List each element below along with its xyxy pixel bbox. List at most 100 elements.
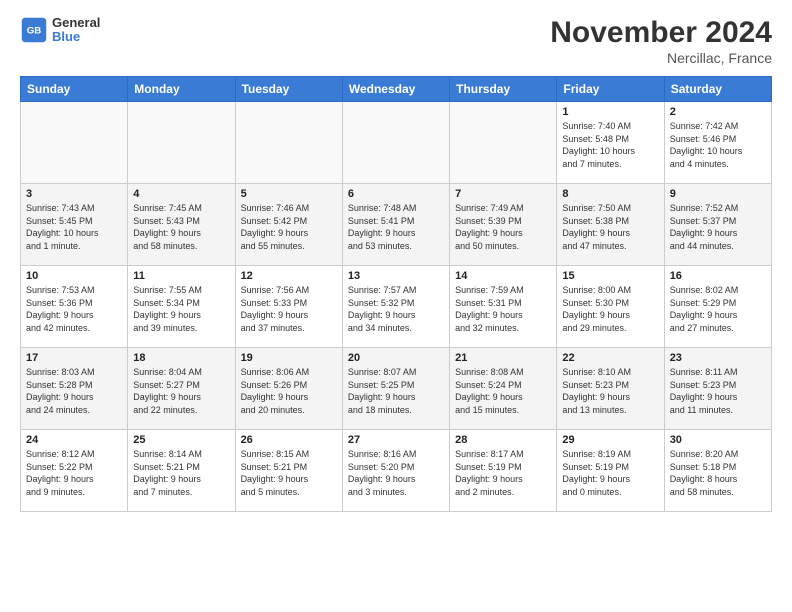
day-info: Sunrise: 7:40 AM Sunset: 5:48 PM Dayligh… xyxy=(562,120,658,170)
table-row: 12 Sunrise: 7:56 AM Sunset: 5:33 PM Dayli… xyxy=(235,266,342,348)
day-info: Sunrise: 8:16 AM Sunset: 5:20 PM Dayligh… xyxy=(348,448,444,498)
table-row xyxy=(342,102,449,184)
day-number: 28 xyxy=(455,434,551,446)
calendar-week-row: 24Sunrise: 8:12 AM Sunset: 5:22 PM Dayli… xyxy=(21,430,772,512)
table-row xyxy=(128,102,235,184)
day-number: 19 xyxy=(241,352,337,364)
day-info: Sunrise: 7:52 AM Sunset: 5:37 PM Dayligh… xyxy=(670,202,766,252)
page: GB General Blue November 2024 Nercillac,… xyxy=(0,0,792,522)
table-row: 5 Sunrise: 7:46 AM Sunset: 5:42 PM Daylig… xyxy=(235,184,342,266)
header: GB General Blue November 2024 Nercillac,… xyxy=(20,16,772,66)
calendar-week-row: 17Sunrise: 8:03 AM Sunset: 5:28 PM Dayli… xyxy=(21,348,772,430)
header-sunday: Sunday xyxy=(21,77,128,102)
day-info: Sunrise: 7:45 AM Sunset: 5:43 PM Dayligh… xyxy=(133,202,229,252)
day-number: 5 xyxy=(241,188,337,200)
table-row: 23Sunrise: 8:11 AM Sunset: 5:23 PM Dayli… xyxy=(664,348,771,430)
table-row: 27 Sunrise: 8:16 AM Sunset: 5:20 PM Dayli… xyxy=(342,430,449,512)
day-number: 9 xyxy=(670,188,766,200)
logo-icon: GB xyxy=(20,16,48,44)
day-info: Sunrise: 7:56 AM Sunset: 5:33 PM Dayligh… xyxy=(241,284,337,334)
table-row: 29Sunrise: 8:19 AM Sunset: 5:19 PM Dayli… xyxy=(557,430,664,512)
table-row: 15Sunrise: 8:00 AM Sunset: 5:30 PM Dayli… xyxy=(557,266,664,348)
day-info: Sunrise: 7:43 AM Sunset: 5:45 PM Dayligh… xyxy=(26,202,122,252)
day-number: 20 xyxy=(348,352,444,364)
day-number: 1 xyxy=(562,106,658,118)
day-info: Sunrise: 8:10 AM Sunset: 5:23 PM Dayligh… xyxy=(562,366,658,416)
day-number: 27 xyxy=(348,434,444,446)
table-row: 6Sunrise: 7:48 AM Sunset: 5:41 PM Daylig… xyxy=(342,184,449,266)
location: Nercillac, France xyxy=(550,50,772,66)
calendar-week-row: 3 Sunrise: 7:43 AM Sunset: 5:45 PM Daylig… xyxy=(21,184,772,266)
day-number: 30 xyxy=(670,434,766,446)
day-number: 8 xyxy=(562,188,658,200)
table-row: 3 Sunrise: 7:43 AM Sunset: 5:45 PM Daylig… xyxy=(21,184,128,266)
header-thursday: Thursday xyxy=(450,77,557,102)
calendar-table: Sunday Monday Tuesday Wednesday Thursday… xyxy=(20,76,772,512)
day-info: Sunrise: 8:20 AM Sunset: 5:18 PM Dayligh… xyxy=(670,448,766,498)
header-monday: Monday xyxy=(128,77,235,102)
table-row xyxy=(450,102,557,184)
day-info: Sunrise: 8:08 AM Sunset: 5:24 PM Dayligh… xyxy=(455,366,551,416)
month-title: November 2024 xyxy=(550,16,772,50)
header-friday: Friday xyxy=(557,77,664,102)
day-number: 24 xyxy=(26,434,122,446)
calendar-header-row: Sunday Monday Tuesday Wednesday Thursday… xyxy=(21,77,772,102)
header-wednesday: Wednesday xyxy=(342,77,449,102)
day-info: Sunrise: 7:46 AM Sunset: 5:42 PM Dayligh… xyxy=(241,202,337,252)
calendar-body: 1 Sunrise: 7:40 AM Sunset: 5:48 PM Daylig… xyxy=(21,102,772,512)
day-info: Sunrise: 7:55 AM Sunset: 5:34 PM Dayligh… xyxy=(133,284,229,334)
day-number: 14 xyxy=(455,270,551,282)
day-number: 2 xyxy=(670,106,766,118)
day-info: Sunrise: 7:49 AM Sunset: 5:39 PM Dayligh… xyxy=(455,202,551,252)
table-row: 16 Sunrise: 8:02 AM Sunset: 5:29 PM Dayli… xyxy=(664,266,771,348)
day-number: 25 xyxy=(133,434,229,446)
day-number: 22 xyxy=(562,352,658,364)
day-number: 3 xyxy=(26,188,122,200)
day-info: Sunrise: 8:17 AM Sunset: 5:19 PM Dayligh… xyxy=(455,448,551,498)
title-section: November 2024 Nercillac, France xyxy=(550,16,772,66)
day-info: Sunrise: 7:53 AM Sunset: 5:36 PM Dayligh… xyxy=(26,284,122,334)
table-row: 4 Sunrise: 7:45 AM Sunset: 5:43 PM Daylig… xyxy=(128,184,235,266)
day-info: Sunrise: 8:06 AM Sunset: 5:26 PM Dayligh… xyxy=(241,366,337,416)
table-row: 18 Sunrise: 8:04 AM Sunset: 5:27 PM Dayli… xyxy=(128,348,235,430)
day-info: Sunrise: 8:14 AM Sunset: 5:21 PM Dayligh… xyxy=(133,448,229,498)
table-row: 25 Sunrise: 8:14 AM Sunset: 5:21 PM Dayli… xyxy=(128,430,235,512)
day-info: Sunrise: 7:59 AM Sunset: 5:31 PM Dayligh… xyxy=(455,284,551,334)
table-row: 7 Sunrise: 7:49 AM Sunset: 5:39 PM Daylig… xyxy=(450,184,557,266)
header-saturday: Saturday xyxy=(664,77,771,102)
table-row xyxy=(235,102,342,184)
day-number: 10 xyxy=(26,270,122,282)
day-info: Sunrise: 8:02 AM Sunset: 5:29 PM Dayligh… xyxy=(670,284,766,334)
day-number: 21 xyxy=(455,352,551,364)
logo: GB General Blue xyxy=(20,16,100,45)
day-number: 6 xyxy=(348,188,444,200)
day-info: Sunrise: 7:57 AM Sunset: 5:32 PM Dayligh… xyxy=(348,284,444,334)
day-number: 26 xyxy=(241,434,337,446)
svg-text:GB: GB xyxy=(27,26,41,37)
day-number: 17 xyxy=(26,352,122,364)
logo-text: General Blue xyxy=(52,16,100,45)
table-row: 26 Sunrise: 8:15 AM Sunset: 5:21 PM Dayli… xyxy=(235,430,342,512)
table-row: 9 Sunrise: 7:52 AM Sunset: 5:37 PM Daylig… xyxy=(664,184,771,266)
calendar-week-row: 1 Sunrise: 7:40 AM Sunset: 5:48 PM Daylig… xyxy=(21,102,772,184)
table-row: 17Sunrise: 8:03 AM Sunset: 5:28 PM Dayli… xyxy=(21,348,128,430)
table-row: 20Sunrise: 8:07 AM Sunset: 5:25 PM Dayli… xyxy=(342,348,449,430)
day-number: 7 xyxy=(455,188,551,200)
table-row: 11 Sunrise: 7:55 AM Sunset: 5:34 PM Dayli… xyxy=(128,266,235,348)
day-info: Sunrise: 8:15 AM Sunset: 5:21 PM Dayligh… xyxy=(241,448,337,498)
day-number: 18 xyxy=(133,352,229,364)
table-row: 22 Sunrise: 8:10 AM Sunset: 5:23 PM Dayli… xyxy=(557,348,664,430)
day-number: 29 xyxy=(562,434,658,446)
day-number: 4 xyxy=(133,188,229,200)
table-row xyxy=(21,102,128,184)
table-row: 2Sunrise: 7:42 AM Sunset: 5:46 PM Daylig… xyxy=(664,102,771,184)
day-number: 12 xyxy=(241,270,337,282)
table-row: 30 Sunrise: 8:20 AM Sunset: 5:18 PM Dayli… xyxy=(664,430,771,512)
day-number: 16 xyxy=(670,270,766,282)
table-row: 8Sunrise: 7:50 AM Sunset: 5:38 PM Daylig… xyxy=(557,184,664,266)
day-info: Sunrise: 8:04 AM Sunset: 5:27 PM Dayligh… xyxy=(133,366,229,416)
table-row: 13Sunrise: 7:57 AM Sunset: 5:32 PM Dayli… xyxy=(342,266,449,348)
day-number: 11 xyxy=(133,270,229,282)
table-row: 14 Sunrise: 7:59 AM Sunset: 5:31 PM Dayli… xyxy=(450,266,557,348)
table-row: 28 Sunrise: 8:17 AM Sunset: 5:19 PM Dayli… xyxy=(450,430,557,512)
